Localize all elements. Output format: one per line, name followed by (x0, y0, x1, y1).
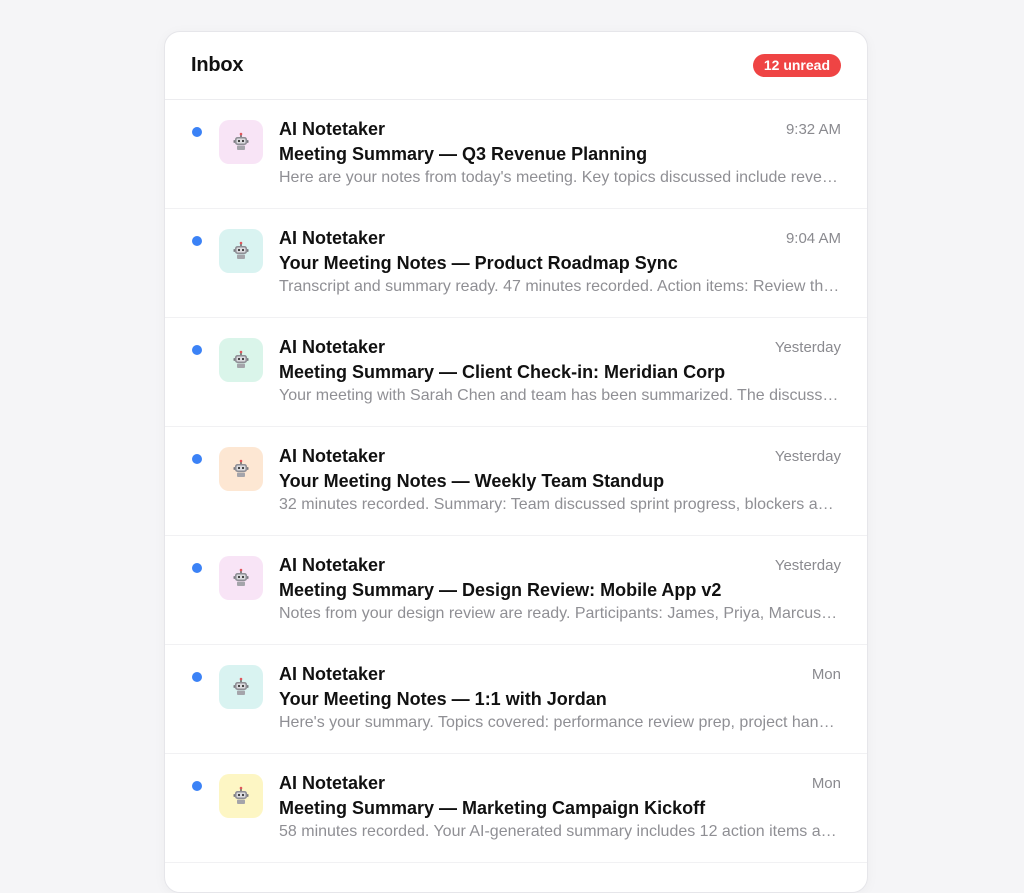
email-content: AI Notetaker Yesterday Meeting Summary —… (279, 336, 841, 407)
sender-avatar (219, 120, 263, 164)
unread-indicator (192, 781, 202, 791)
email-time: 9:32 AM (785, 121, 841, 138)
email-subject: Your Meeting Notes — Weekly Team Standup (279, 471, 665, 491)
email-time: 9:04 AM (785, 230, 841, 247)
email-time: Mon (811, 666, 841, 683)
email-preview: 32 minutes recorded. Summary: Team discu… (279, 496, 841, 513)
unread-indicator (192, 563, 202, 573)
sender-avatar (219, 774, 263, 818)
page-title: Inbox (191, 54, 244, 76)
email-time: Yesterday (774, 557, 841, 574)
unread-indicator (192, 345, 202, 355)
email-list-item[interactable]: AI Notetaker Yesterday Meeting Summary —… (165, 318, 867, 427)
email-content: AI Notetaker 9:32 AM Meeting Summary — Q… (279, 118, 841, 189)
email-list-item[interactable]: AI Notetaker Yesterday Your Meeting Note… (165, 427, 867, 536)
sender-avatar (219, 229, 263, 273)
robot-icon (233, 350, 249, 368)
inbox-panel: Inbox 12 unread AI Notetaker 9:32 AM Mee… (164, 31, 868, 893)
robot-icon (233, 132, 249, 150)
unread-indicator (192, 236, 202, 246)
sender-avatar (219, 447, 263, 491)
sender-avatar (219, 556, 263, 600)
robot-icon (233, 786, 249, 804)
email-list-item[interactable]: AI Notetaker Mon Your Meeting Notes — 1:… (165, 645, 867, 754)
sender-avatar (219, 338, 263, 382)
unread-indicator (192, 127, 202, 137)
email-preview: Here are your notes from today's meeting… (279, 169, 841, 186)
sender-name: AI Notetaker (279, 446, 386, 466)
email-content: AI Notetaker Mon Meeting Summary — Marke… (279, 772, 841, 843)
email-preview: Here's your summary. Topics covered: per… (279, 714, 841, 731)
sender-name: AI Notetaker (279, 337, 386, 357)
email-subject: Your Meeting Notes — Product Roadmap Syn… (279, 253, 678, 273)
email-time: Yesterday (774, 339, 841, 356)
sender-name: AI Notetaker (279, 773, 386, 793)
email-preview: Your meeting with Sarah Chen and team ha… (279, 387, 841, 404)
email-list-item[interactable]: AI Notetaker 9:04 AM Your Meeting Notes … (165, 209, 867, 318)
sender-name: AI Notetaker (279, 555, 386, 575)
email-time: Yesterday (774, 448, 841, 465)
email-preview: Notes from your design review are ready.… (279, 605, 841, 622)
robot-icon (233, 677, 249, 695)
email-content: AI Notetaker 9:04 AM Your Meeting Notes … (279, 227, 841, 298)
email-list-item[interactable]: AI Notetaker Mon Meeting Summary — Marke… (165, 754, 867, 863)
email-subject: Meeting Summary — Q3 Revenue Planning (279, 144, 648, 164)
sender-name: AI Notetaker (279, 119, 386, 139)
unread-indicator (192, 454, 202, 464)
email-content: AI Notetaker Mon Your Meeting Notes — 1:… (279, 663, 841, 734)
unread-indicator (192, 672, 202, 682)
sender-name: AI Notetaker (279, 664, 386, 684)
email-subject: Meeting Summary — Client Check-in: Merid… (279, 362, 726, 382)
email-list-item[interactable]: AI Notetaker Yesterday Meeting Summary —… (165, 536, 867, 645)
robot-icon (233, 568, 249, 586)
robot-icon (233, 241, 249, 259)
email-preview: 58 minutes recorded. Your AI-generated s… (279, 823, 841, 840)
sender-avatar (219, 665, 263, 709)
robot-icon (233, 459, 249, 477)
email-list: AI Notetaker 9:32 AM Meeting Summary — Q… (165, 100, 867, 863)
email-list-item[interactable]: AI Notetaker 9:32 AM Meeting Summary — Q… (165, 100, 867, 209)
email-preview: Transcript and summary ready. 47 minutes… (279, 278, 841, 295)
email-content: AI Notetaker Yesterday Meeting Summary —… (279, 554, 841, 625)
unread-count-badge: 12 unread (752, 54, 841, 77)
sender-name: AI Notetaker (279, 228, 386, 248)
inbox-header: Inbox 12 unread (165, 32, 867, 100)
email-subject: Meeting Summary — Design Review: Mobile … (279, 580, 722, 600)
email-time: Mon (811, 775, 841, 792)
email-subject: Meeting Summary — Marketing Campaign Kic… (279, 798, 706, 818)
email-subject: Your Meeting Notes — 1:1 with Jordan (279, 689, 607, 709)
email-content: AI Notetaker Yesterday Your Meeting Note… (279, 445, 841, 516)
